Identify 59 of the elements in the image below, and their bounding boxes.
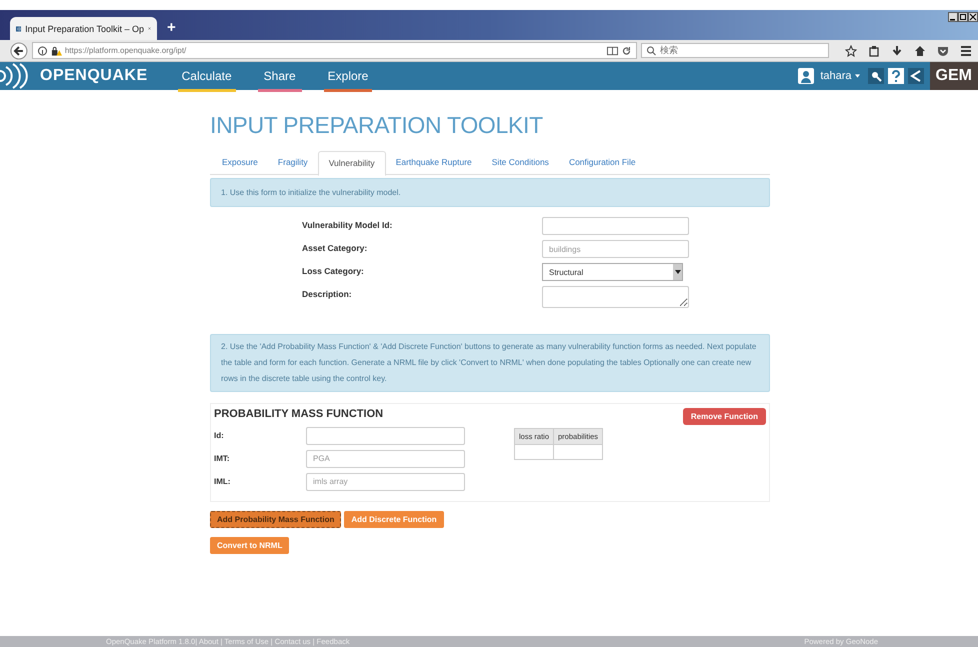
pocket-icon[interactable] xyxy=(937,44,949,56)
browser-tab[interactable]: Input Preparation Toolkit – Op xyxy=(10,17,157,40)
page-title: INPUT PREPARATION TOOLKIT xyxy=(210,111,544,140)
info-icon xyxy=(36,46,48,56)
reload-icon[interactable] xyxy=(621,46,632,56)
tab[interactable]: Site Conditions xyxy=(482,151,559,174)
tab-title: Input Preparation Toolkit – Op xyxy=(25,24,144,34)
caret-icon[interactable] xyxy=(854,74,860,78)
field-label: Asset Category: xyxy=(302,242,368,253)
dropdown[interactable]: Structural xyxy=(542,263,683,281)
input-field[interactable] xyxy=(542,217,689,235)
download-icon[interactable] xyxy=(891,44,903,56)
field-label: IMT: xyxy=(214,454,231,463)
info-message: 2. Use the 'Add Probability Mass Function' & 'Add Discrete Function' buttons to generate as many vulnerability function forms as needed. Next populate the table and form for each function. Generate a NRML file by click 'Convert to NRML' when done populating the tables Optionally one can create new rows in the discrete table using the control key. xyxy=(210,334,770,392)
field-label: Id: xyxy=(214,431,225,440)
reader-icon[interactable] xyxy=(607,46,618,56)
info-message: 1. Use this form to initialize the vulnerability model. xyxy=(210,178,770,207)
caret-icon xyxy=(674,270,680,274)
table-cell[interactable] xyxy=(554,444,603,460)
nav-link[interactable]: Calculate xyxy=(178,63,236,92)
field-label: Description: xyxy=(302,288,353,299)
tab[interactable]: Fragility xyxy=(268,151,318,174)
convert-button[interactable]: Convert to NRML xyxy=(210,537,290,554)
help-icon[interactable] xyxy=(888,68,904,84)
clipboard-icon[interactable] xyxy=(868,44,880,56)
tab[interactable]: Configuration File xyxy=(558,151,646,174)
search-icon[interactable] xyxy=(868,68,884,84)
menu-icon[interactable] xyxy=(960,44,972,56)
tab[interactable]: Vulnerability xyxy=(318,151,386,176)
address-field[interactable]: https://platform.openquake.org/ipt/ xyxy=(32,42,637,59)
search-icon xyxy=(646,46,657,56)
add-function-button[interactable]: Add Probability Mass Function xyxy=(210,511,342,528)
tab[interactable]: Exposure xyxy=(212,151,268,174)
field-label: Vulnerability Model Id: xyxy=(302,219,394,230)
window-controls-icon[interactable] xyxy=(948,12,978,22)
add-function-button[interactable]: Add Discrete Function xyxy=(344,511,444,528)
share-icon[interactable] xyxy=(908,68,924,84)
user-menu[interactable]: tahara xyxy=(820,70,852,82)
input-field[interactable]: PGA xyxy=(306,450,465,468)
tab[interactable]: Earthquake Rupture xyxy=(386,151,482,174)
input-field[interactable] xyxy=(306,426,465,444)
home-icon[interactable] xyxy=(914,44,926,56)
remove-function-button[interactable]: Remove Function xyxy=(682,408,766,425)
new-tab-button[interactable]: + xyxy=(167,19,176,36)
field-label: Loss Category: xyxy=(302,265,365,276)
logo-text[interactable]: OPENQUAKE xyxy=(40,67,148,85)
function-title: PROBABILITY MASS FUNCTION xyxy=(214,408,384,420)
nav-link[interactable]: Share xyxy=(258,63,302,92)
table-cell[interactable] xyxy=(514,444,554,460)
input-field[interactable]: imls array xyxy=(306,472,465,490)
lock-warning-icon xyxy=(50,46,62,56)
user-icon[interactable] xyxy=(798,68,814,84)
nav-link[interactable]: Explore xyxy=(324,63,372,92)
field-label: IML: xyxy=(214,477,232,486)
back-icon[interactable] xyxy=(10,42,28,60)
search-field[interactable]: 検索 xyxy=(641,43,829,58)
star-icon[interactable] xyxy=(845,44,857,56)
input-field[interactable]: buildings xyxy=(542,240,689,258)
brand-logo[interactable]: GEM xyxy=(930,62,978,90)
